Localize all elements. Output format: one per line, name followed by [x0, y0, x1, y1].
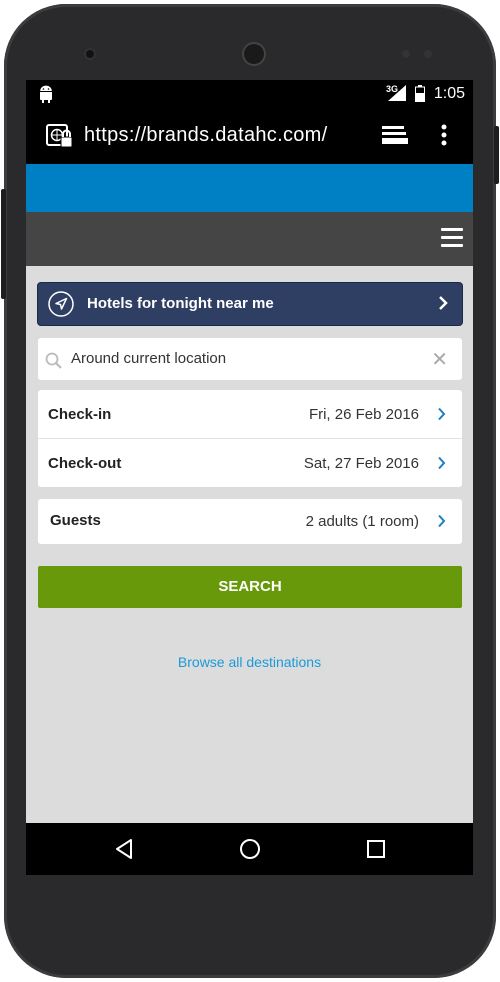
android-icon [40, 85, 52, 103]
overflow-menu-icon[interactable] [441, 124, 447, 146]
power-button [494, 126, 499, 184]
url-text[interactable]: https://brands.datahc.com/ [84, 124, 327, 147]
hotels-near-me-button[interactable]: Hotels for tonight near me [38, 283, 462, 325]
close-icon[interactable]: ✕ [431, 347, 448, 372]
network-type: 3G [386, 84, 399, 94]
checkin-value: Fri, 26 Feb 2016 [308, 406, 419, 423]
destination-value: Around current location [71, 350, 227, 367]
back-icon[interactable] [113, 838, 135, 860]
checkin-label: Check-in [48, 406, 112, 423]
proximity-sensor [402, 50, 410, 58]
browse-destinations-link[interactable]: Browse all destinations [26, 654, 473, 670]
dates-card: Check-in Fri, 26 Feb 2016 Check-out Sat,… [38, 390, 462, 487]
hamburger-icon[interactable] [441, 228, 463, 248]
earpiece-speaker [242, 42, 266, 66]
recents-icon[interactable] [366, 839, 386, 859]
tabs-icon[interactable] [381, 124, 409, 146]
light-sensor [424, 50, 432, 58]
clock: 1:05 [433, 85, 465, 102]
guests-label: Guests [50, 512, 101, 529]
web-page: Hotels for tonight near me Around curren… [26, 164, 473, 823]
android-nav-bar [26, 823, 473, 875]
search-button[interactable]: SEARCH [38, 566, 462, 608]
checkout-value: Sat, 27 Feb 2016 [303, 455, 419, 472]
search-icon [45, 352, 62, 369]
checkin-row[interactable]: Check-in Fri, 26 Feb 2016 [38, 390, 462, 439]
volume-button [1, 189, 6, 299]
site-lock-icon[interactable] [46, 124, 76, 150]
home-icon[interactable] [239, 838, 261, 860]
hotels-near-me-label: Hotels for tonight near me [87, 295, 274, 312]
guests-card: Guests 2 adults (1 room) [38, 499, 462, 544]
checkout-label: Check-out [48, 455, 122, 472]
device-screen: 3G 1:05 https://brands.datahc.com/ Hotel… [26, 80, 473, 875]
front-camera [84, 48, 96, 60]
guests-row[interactable]: Guests 2 adults (1 room) [38, 499, 462, 544]
browser-toolbar: https://brands.datahc.com/ [26, 108, 473, 164]
site-header [26, 212, 473, 266]
chevron-right-icon [438, 514, 446, 528]
chevron-right-icon [439, 296, 448, 310]
chevron-right-icon [438, 456, 446, 470]
checkout-row[interactable]: Check-out Sat, 27 Feb 2016 [38, 439, 462, 487]
brand-banner [26, 164, 473, 212]
battery-icon [415, 85, 425, 102]
guests-value: 2 adults (1 room) [305, 513, 419, 530]
destination-search-input[interactable]: Around current location ✕ [38, 338, 462, 380]
status-bar: 3G 1:05 [26, 80, 473, 108]
chevron-right-icon [438, 407, 446, 421]
navigation-icon [48, 291, 74, 317]
